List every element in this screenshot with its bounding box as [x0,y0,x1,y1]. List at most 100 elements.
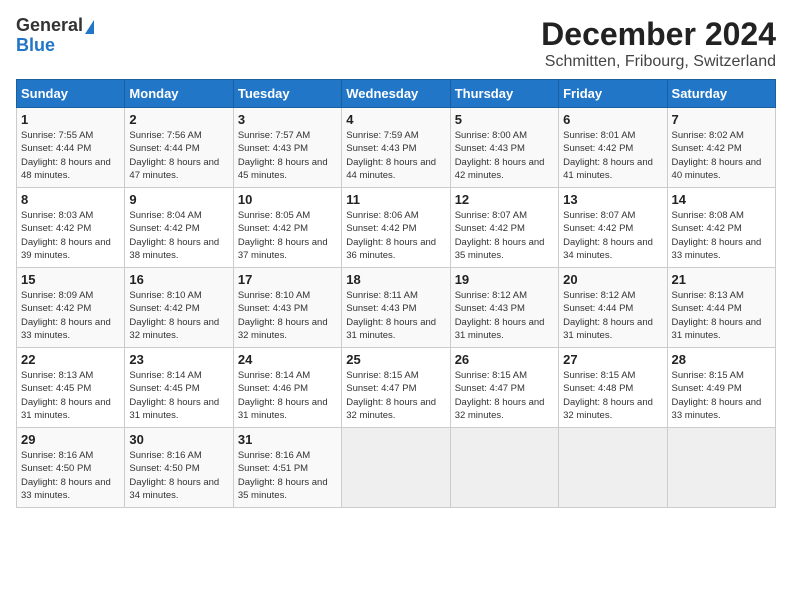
day-number: 15 [21,272,120,287]
day-number: 4 [346,112,445,127]
day-number: 9 [129,192,228,207]
header-monday: Monday [125,80,233,108]
day-info: Sunrise: 8:12 AM Sunset: 4:43 PM Dayligh… [455,289,554,342]
day-number: 6 [563,112,662,127]
calendar-day-22: 22 Sunrise: 8:13 AM Sunset: 4:45 PM Dayl… [17,348,125,428]
logo: General Blue [16,16,94,56]
day-info: Sunrise: 8:11 AM Sunset: 4:43 PM Dayligh… [346,289,445,342]
day-number: 11 [346,192,445,207]
day-info: Sunrise: 8:03 AM Sunset: 4:42 PM Dayligh… [21,209,120,262]
page-header: General Blue December 2024 Schmitten, Fr… [16,16,776,71]
calendar-header-row: SundayMondayTuesdayWednesdayThursdayFrid… [17,80,776,108]
calendar-day-24: 24 Sunrise: 8:14 AM Sunset: 4:46 PM Dayl… [233,348,341,428]
day-info: Sunrise: 8:06 AM Sunset: 4:42 PM Dayligh… [346,209,445,262]
calendar-empty [450,428,558,508]
day-info: Sunrise: 8:07 AM Sunset: 4:42 PM Dayligh… [563,209,662,262]
day-info: Sunrise: 8:02 AM Sunset: 4:42 PM Dayligh… [672,129,771,182]
day-number: 31 [238,432,337,447]
header-tuesday: Tuesday [233,80,341,108]
calendar-day-18: 18 Sunrise: 8:11 AM Sunset: 4:43 PM Dayl… [342,268,450,348]
day-info: Sunrise: 8:05 AM Sunset: 4:42 PM Dayligh… [238,209,337,262]
calendar-empty [559,428,667,508]
day-info: Sunrise: 8:15 AM Sunset: 4:48 PM Dayligh… [563,369,662,422]
calendar-day-10: 10 Sunrise: 8:05 AM Sunset: 4:42 PM Dayl… [233,188,341,268]
calendar-day-11: 11 Sunrise: 8:06 AM Sunset: 4:42 PM Dayl… [342,188,450,268]
calendar-day-13: 13 Sunrise: 8:07 AM Sunset: 4:42 PM Dayl… [559,188,667,268]
calendar-empty [342,428,450,508]
day-info: Sunrise: 8:16 AM Sunset: 4:50 PM Dayligh… [129,449,228,502]
day-number: 17 [238,272,337,287]
day-number: 23 [129,352,228,367]
calendar-day-19: 19 Sunrise: 8:12 AM Sunset: 4:43 PM Dayl… [450,268,558,348]
calendar-day-15: 15 Sunrise: 8:09 AM Sunset: 4:42 PM Dayl… [17,268,125,348]
header-thursday: Thursday [450,80,558,108]
day-number: 27 [563,352,662,367]
calendar-table: SundayMondayTuesdayWednesdayThursdayFrid… [16,79,776,508]
day-number: 25 [346,352,445,367]
calendar-day-17: 17 Sunrise: 8:10 AM Sunset: 4:43 PM Dayl… [233,268,341,348]
day-number: 5 [455,112,554,127]
day-number: 26 [455,352,554,367]
day-info: Sunrise: 8:00 AM Sunset: 4:43 PM Dayligh… [455,129,554,182]
calendar-day-12: 12 Sunrise: 8:07 AM Sunset: 4:42 PM Dayl… [450,188,558,268]
calendar-day-20: 20 Sunrise: 8:12 AM Sunset: 4:44 PM Dayl… [559,268,667,348]
calendar-day-23: 23 Sunrise: 8:14 AM Sunset: 4:45 PM Dayl… [125,348,233,428]
calendar-day-21: 21 Sunrise: 8:13 AM Sunset: 4:44 PM Dayl… [667,268,775,348]
logo-blue: Blue [16,35,55,55]
day-number: 29 [21,432,120,447]
day-number: 21 [672,272,771,287]
day-info: Sunrise: 8:09 AM Sunset: 4:42 PM Dayligh… [21,289,120,342]
calendar-week-1: 1 Sunrise: 7:55 AM Sunset: 4:44 PM Dayli… [17,108,776,188]
day-info: Sunrise: 8:07 AM Sunset: 4:42 PM Dayligh… [455,209,554,262]
header-sunday: Sunday [17,80,125,108]
header-friday: Friday [559,80,667,108]
calendar-day-25: 25 Sunrise: 8:15 AM Sunset: 4:47 PM Dayl… [342,348,450,428]
day-info: Sunrise: 8:15 AM Sunset: 4:47 PM Dayligh… [455,369,554,422]
header-wednesday: Wednesday [342,80,450,108]
day-number: 7 [672,112,771,127]
day-info: Sunrise: 8:14 AM Sunset: 4:46 PM Dayligh… [238,369,337,422]
day-info: Sunrise: 8:10 AM Sunset: 4:43 PM Dayligh… [238,289,337,342]
calendar-empty [667,428,775,508]
day-number: 14 [672,192,771,207]
calendar-day-6: 6 Sunrise: 8:01 AM Sunset: 4:42 PM Dayli… [559,108,667,188]
day-number: 1 [21,112,120,127]
day-info: Sunrise: 8:16 AM Sunset: 4:50 PM Dayligh… [21,449,120,502]
logo-triangle [85,20,94,34]
calendar-day-26: 26 Sunrise: 8:15 AM Sunset: 4:47 PM Dayl… [450,348,558,428]
logo-general: General [16,16,83,36]
calendar-week-5: 29 Sunrise: 8:16 AM Sunset: 4:50 PM Dayl… [17,428,776,508]
day-number: 16 [129,272,228,287]
day-info: Sunrise: 8:08 AM Sunset: 4:42 PM Dayligh… [672,209,771,262]
day-number: 20 [563,272,662,287]
calendar-day-1: 1 Sunrise: 7:55 AM Sunset: 4:44 PM Dayli… [17,108,125,188]
day-number: 28 [672,352,771,367]
calendar-day-9: 9 Sunrise: 8:04 AM Sunset: 4:42 PM Dayli… [125,188,233,268]
header-saturday: Saturday [667,80,775,108]
day-info: Sunrise: 8:14 AM Sunset: 4:45 PM Dayligh… [129,369,228,422]
calendar-day-30: 30 Sunrise: 8:16 AM Sunset: 4:50 PM Dayl… [125,428,233,508]
calendar-day-14: 14 Sunrise: 8:08 AM Sunset: 4:42 PM Dayl… [667,188,775,268]
day-number: 30 [129,432,228,447]
day-info: Sunrise: 7:57 AM Sunset: 4:43 PM Dayligh… [238,129,337,182]
day-number: 22 [21,352,120,367]
day-number: 19 [455,272,554,287]
day-info: Sunrise: 7:56 AM Sunset: 4:44 PM Dayligh… [129,129,228,182]
day-number: 2 [129,112,228,127]
day-info: Sunrise: 8:13 AM Sunset: 4:45 PM Dayligh… [21,369,120,422]
day-info: Sunrise: 8:04 AM Sunset: 4:42 PM Dayligh… [129,209,228,262]
calendar-week-2: 8 Sunrise: 8:03 AM Sunset: 4:42 PM Dayli… [17,188,776,268]
day-number: 18 [346,272,445,287]
day-info: Sunrise: 8:01 AM Sunset: 4:42 PM Dayligh… [563,129,662,182]
day-info: Sunrise: 8:13 AM Sunset: 4:44 PM Dayligh… [672,289,771,342]
calendar-day-31: 31 Sunrise: 8:16 AM Sunset: 4:51 PM Dayl… [233,428,341,508]
calendar-week-4: 22 Sunrise: 8:13 AM Sunset: 4:45 PM Dayl… [17,348,776,428]
calendar-day-16: 16 Sunrise: 8:10 AM Sunset: 4:42 PM Dayl… [125,268,233,348]
calendar-day-5: 5 Sunrise: 8:00 AM Sunset: 4:43 PM Dayli… [450,108,558,188]
day-info: Sunrise: 7:59 AM Sunset: 4:43 PM Dayligh… [346,129,445,182]
calendar-day-3: 3 Sunrise: 7:57 AM Sunset: 4:43 PM Dayli… [233,108,341,188]
calendar-day-2: 2 Sunrise: 7:56 AM Sunset: 4:44 PM Dayli… [125,108,233,188]
calendar-day-27: 27 Sunrise: 8:15 AM Sunset: 4:48 PM Dayl… [559,348,667,428]
day-info: Sunrise: 8:15 AM Sunset: 4:47 PM Dayligh… [346,369,445,422]
day-number: 24 [238,352,337,367]
